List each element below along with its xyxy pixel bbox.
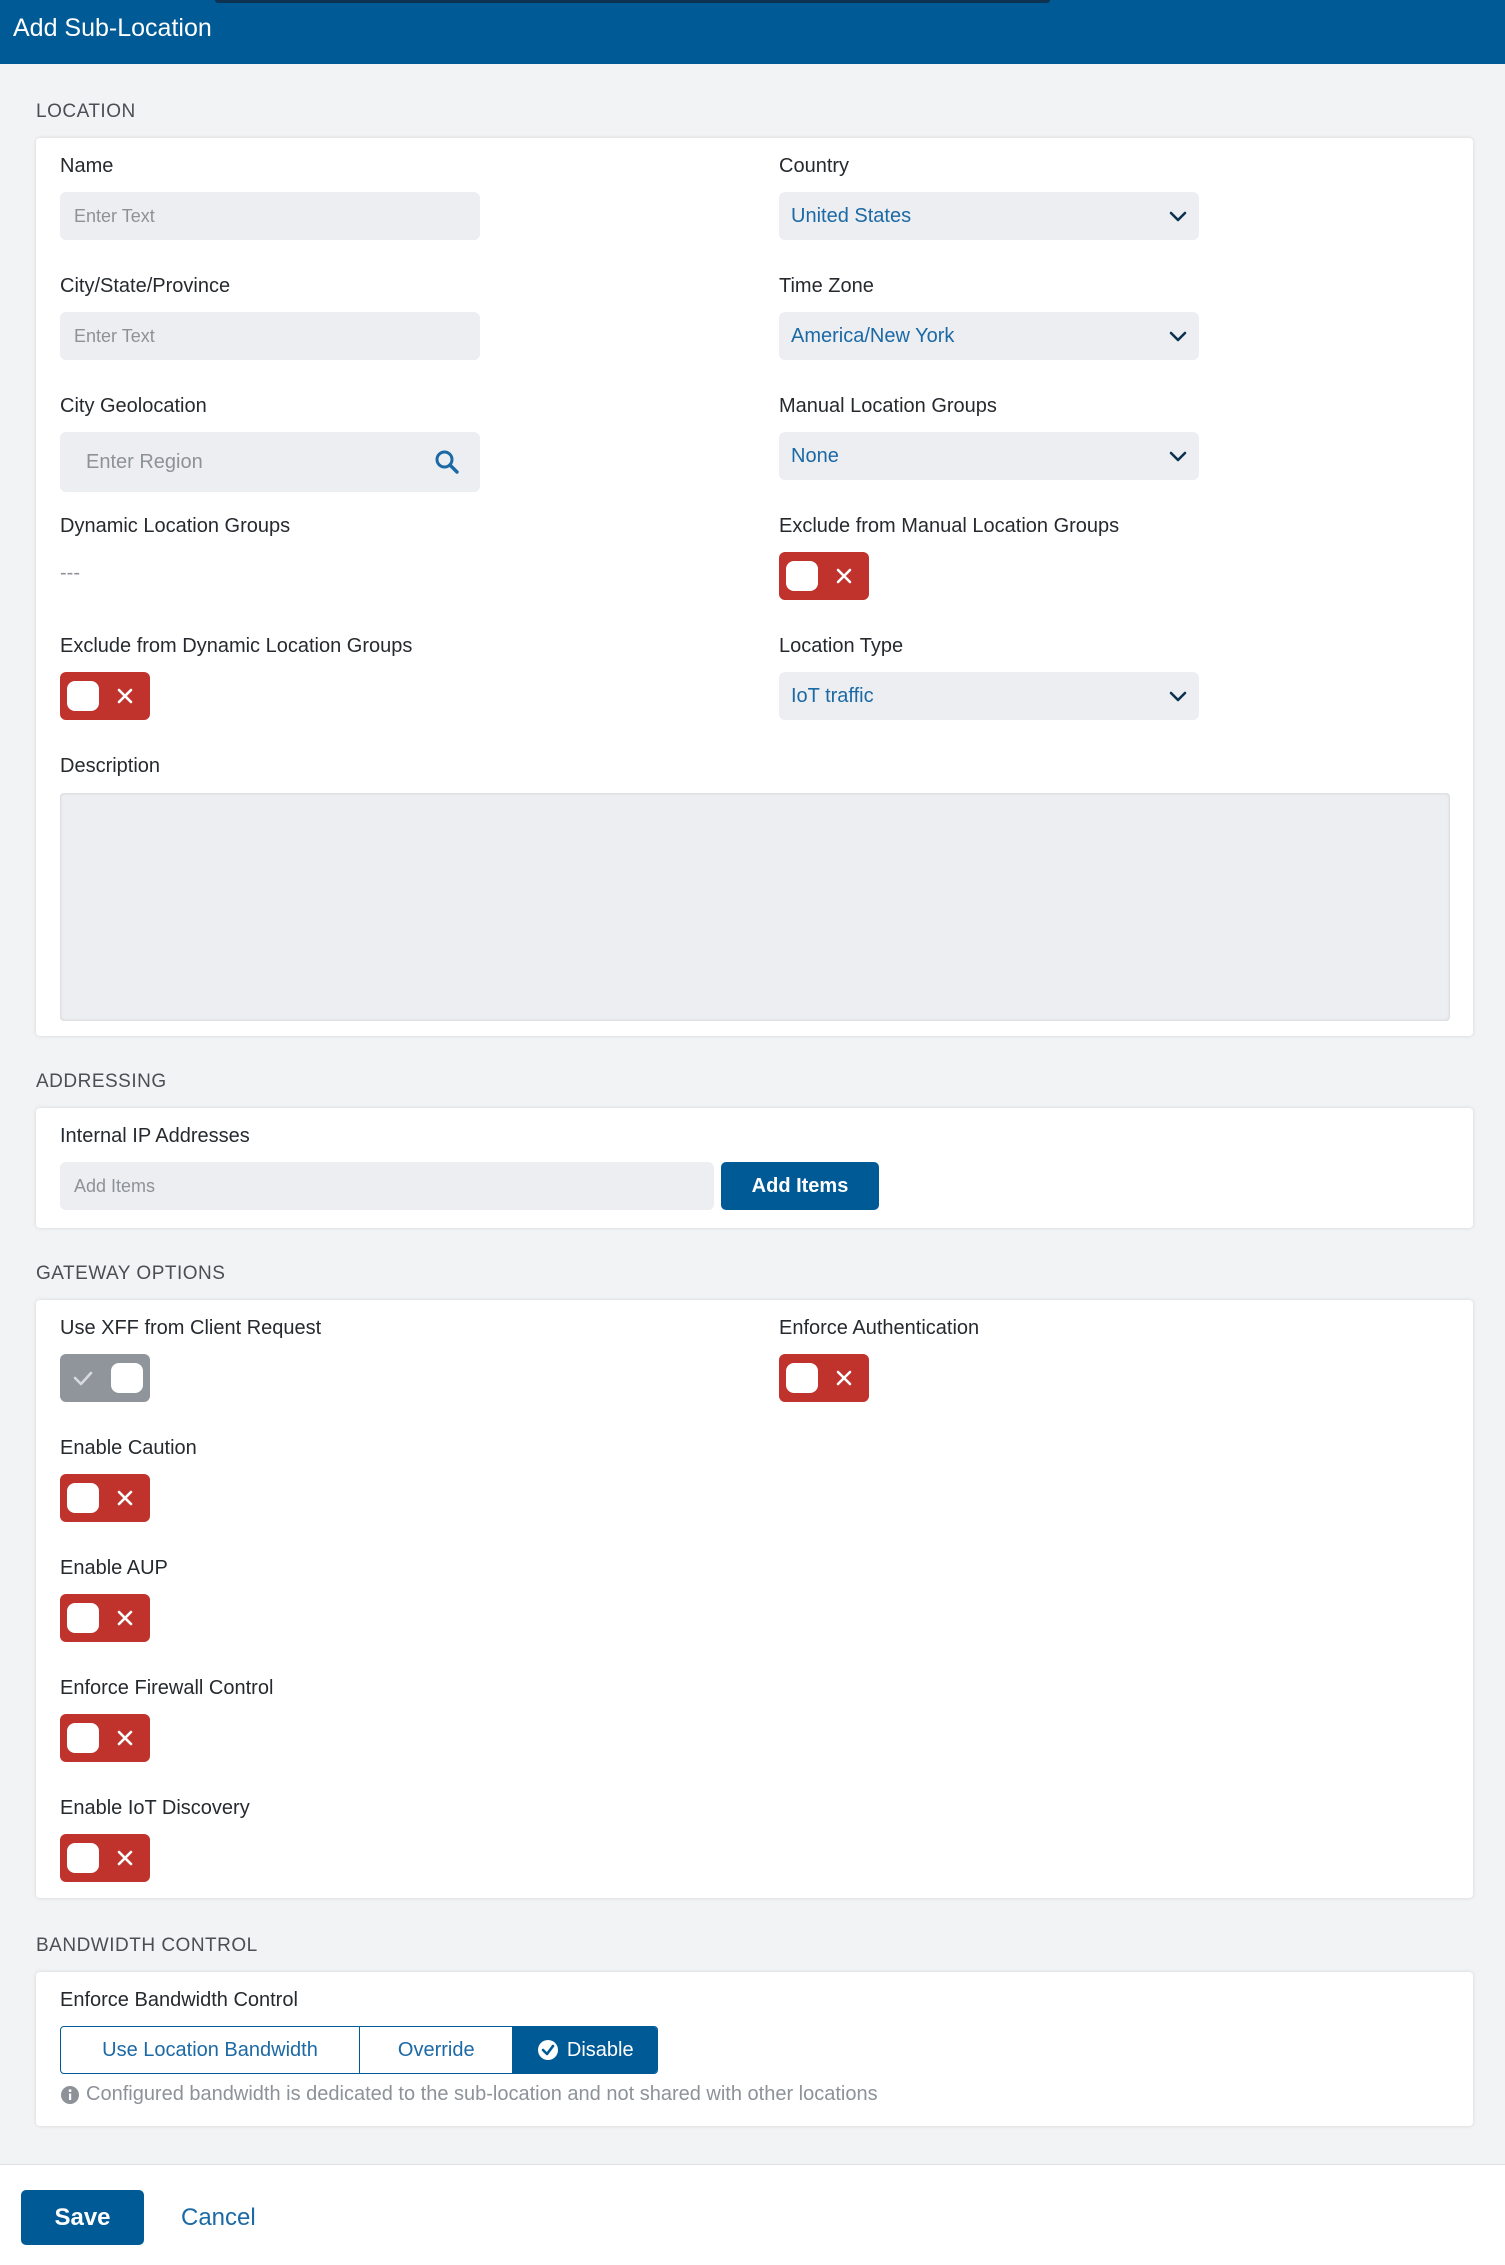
- close-icon: [836, 1370, 852, 1386]
- toggle-knob: [67, 681, 99, 711]
- enforce-auth-label: Enforce Authentication: [779, 1317, 980, 1339]
- timezone-value: America/New York: [791, 325, 955, 347]
- save-button[interactable]: Save: [21, 2190, 144, 2245]
- header-accent-line: [215, 0, 1050, 3]
- xff-toggle[interactable]: [60, 1354, 150, 1402]
- section-label-addressing: ADDRESSING: [36, 1071, 167, 1092]
- geolocation-label: City Geolocation: [60, 395, 207, 417]
- dynamic-groups-value: ---: [60, 562, 80, 584]
- toggle-knob: [786, 561, 818, 591]
- exclude-dynamic-label: Exclude from Dynamic Location Groups: [60, 635, 413, 657]
- manual-groups-label: Manual Location Groups: [779, 395, 997, 417]
- name-label: Name: [60, 155, 114, 177]
- iot-label: Enable IoT Discovery: [60, 1797, 250, 1819]
- caution-toggle[interactable]: [60, 1474, 150, 1522]
- city-input[interactable]: Enter Text: [60, 312, 480, 360]
- chevron-down-icon: [1169, 691, 1187, 702]
- exclude-manual-toggle[interactable]: [779, 552, 869, 600]
- internal-ip-input[interactable]: Add Items: [60, 1162, 714, 1210]
- toggle-knob: [67, 1483, 99, 1513]
- exclude-dynamic-toggle[interactable]: [60, 672, 150, 720]
- firewall-toggle[interactable]: [60, 1714, 150, 1762]
- check-icon: [73, 1371, 93, 1386]
- enforce-auth-toggle[interactable]: [779, 1354, 869, 1402]
- addressing-card: Internal IP Addresses Add Items Add Item…: [36, 1108, 1473, 1228]
- option-use-location-bandwidth[interactable]: Use Location Bandwidth: [61, 2027, 360, 2073]
- caution-label: Enable Caution: [60, 1437, 197, 1459]
- geolocation-placeholder: Enter Region: [86, 451, 203, 473]
- bandwidth-info: Configured bandwidth is dedicated to the…: [60, 2083, 878, 2106]
- name-input[interactable]: Enter Text: [60, 192, 480, 240]
- location-type-value: IoT traffic: [791, 685, 874, 707]
- timezone-label: Time Zone: [779, 275, 874, 297]
- section-label-bandwidth: BANDWIDTH CONTROL: [36, 1935, 258, 1956]
- bandwidth-card: Enforce Bandwidth Control Use Location B…: [36, 1972, 1473, 2126]
- country-label: Country: [779, 155, 850, 177]
- cancel-button[interactable]: Cancel: [181, 2204, 256, 2232]
- toggle-knob: [111, 1363, 143, 1393]
- firewall-label: Enforce Firewall Control: [60, 1677, 274, 1699]
- aup-label: Enable AUP: [60, 1557, 168, 1579]
- close-icon: [836, 568, 852, 584]
- dialog-title: Add Sub-Location: [13, 14, 212, 42]
- bandwidth-segmented-control: Use Location Bandwidth Override Disable: [60, 2026, 658, 2074]
- close-icon: [117, 1610, 133, 1626]
- dynamic-groups-label: Dynamic Location Groups: [60, 515, 291, 537]
- manual-groups-select[interactable]: None: [779, 432, 1199, 480]
- location-type-label: Location Type: [779, 635, 904, 657]
- chevron-down-icon: [1169, 451, 1187, 462]
- add-items-button[interactable]: Add Items: [721, 1162, 879, 1210]
- description-label: Description: [60, 755, 161, 777]
- manual-groups-value: None: [791, 445, 839, 467]
- toggle-knob: [786, 1363, 818, 1393]
- enforce-bandwidth-label: Enforce Bandwidth Control: [60, 1989, 298, 2011]
- close-icon: [117, 1490, 133, 1506]
- exclude-manual-label: Exclude from Manual Location Groups: [779, 515, 1120, 537]
- section-label-location: LOCATION: [36, 101, 136, 122]
- check-circle-icon: [537, 2040, 558, 2060]
- close-icon: [117, 688, 133, 704]
- option-override[interactable]: Override: [360, 2027, 514, 2073]
- toggle-knob: [67, 1603, 99, 1633]
- aup-toggle[interactable]: [60, 1594, 150, 1642]
- info-icon: [61, 2085, 79, 2104]
- bandwidth-info-text: Configured bandwidth is dedicated to the…: [86, 2083, 878, 2105]
- option-disable[interactable]: Disable: [513, 2027, 657, 2073]
- dialog-header: Add Sub-Location: [0, 0, 1505, 64]
- internal-ip-label: Internal IP Addresses: [60, 1125, 250, 1147]
- location-type-select[interactable]: IoT traffic: [779, 672, 1199, 720]
- country-select[interactable]: United States: [779, 192, 1199, 240]
- close-icon: [117, 1730, 133, 1746]
- chevron-down-icon: [1169, 211, 1187, 222]
- timezone-select[interactable]: America/New York: [779, 312, 1199, 360]
- close-icon: [117, 1850, 133, 1866]
- chevron-down-icon: [1169, 331, 1187, 342]
- iot-toggle[interactable]: [60, 1834, 150, 1882]
- search-icon[interactable]: [434, 449, 460, 475]
- description-textarea[interactable]: [60, 793, 1450, 1021]
- option-disable-label: Disable: [566, 2038, 634, 2061]
- section-label-gateway: GATEWAY OPTIONS: [36, 1263, 226, 1284]
- dialog-footer: Save Cancel: [0, 2164, 1505, 2265]
- country-value: United States: [791, 205, 912, 227]
- location-card: Name Enter Text Country United States Ci…: [36, 138, 1473, 1036]
- toggle-knob: [67, 1843, 99, 1873]
- xff-label: Use XFF from Client Request: [60, 1317, 322, 1339]
- gateway-card: Use XFF from Client Request Enforce Auth…: [36, 1300, 1473, 1898]
- city-label: City/State/Province: [60, 275, 231, 297]
- toggle-knob: [67, 1723, 99, 1753]
- geolocation-input[interactable]: Enter Region: [60, 432, 480, 492]
